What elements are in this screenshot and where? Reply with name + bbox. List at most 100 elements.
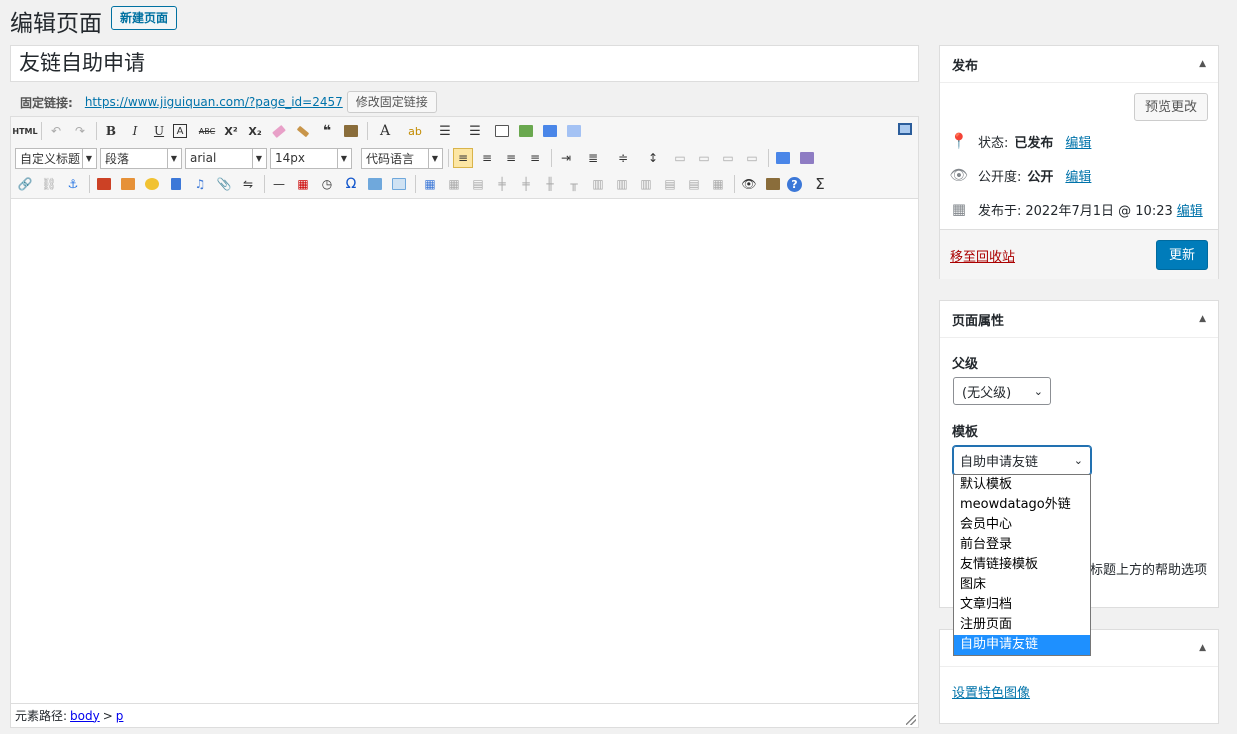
paragraph-spacing-icon[interactable]: ≑ [610,148,636,168]
row-before-icon[interactable]: ╪ [492,174,512,194]
unlink-icon[interactable]: ⛓ [39,174,59,194]
collapse-up-icon[interactable]: ▲ [1199,59,1206,69]
search-replace-icon[interactable]: 👁 [739,174,759,194]
page-attributes-header[interactable]: 页面属性 ▲ [940,301,1218,338]
font-color-button[interactable]: A [372,121,398,141]
collapse-up-icon[interactable]: ▲ [1199,643,1206,653]
table-props-icon[interactable]: ▦ [444,174,464,194]
attachment-icon[interactable]: 📎 [214,174,234,194]
letter-spacing-icon[interactable]: ↕ [640,148,666,168]
table-delete-icon[interactable]: ▤ [684,174,704,194]
edit-date-link[interactable]: 编辑 [1177,200,1203,219]
template-option[interactable]: 前台登录 [954,535,1090,555]
preview-changes-button[interactable]: 预览更改 [1133,93,1208,121]
text-box-button[interactable]: A [173,124,187,138]
permalink-url[interactable]: https://www.jiguiquan.com/?page_id=2457 [85,95,343,109]
time-icon[interactable]: ◷ [317,174,337,194]
format-select[interactable]: 自定义标题 ▼ [15,147,97,169]
align-left-icon[interactable]: ≡ [453,148,473,168]
ordered-list-icon[interactable]: ☰ [432,121,458,141]
underline-button[interactable]: U [149,121,169,141]
layout-icon[interactable]: ▭ [694,148,714,168]
table-misc-icon[interactable]: ▦ [708,174,728,194]
paste-icon[interactable] [341,121,361,141]
template-option[interactable]: 文章归档 [954,595,1090,615]
edit-permalink-button[interactable]: 修改固定链接 [346,91,437,113]
resize-handle[interactable] [906,715,916,725]
path-p-link[interactable]: p [116,709,124,723]
code-language-select[interactable]: 代码语言 ▼ [361,147,443,169]
paste-word-icon[interactable] [763,174,783,194]
redo-icon[interactable]: ↷ [70,121,90,141]
layout-icon[interactable]: ▭ [742,148,762,168]
highlight-button[interactable]: ab [402,121,428,141]
align-justify-icon[interactable]: ≡ [525,148,545,168]
path-body-link[interactable]: body [70,709,100,723]
layout-icon[interactable]: ▭ [670,148,690,168]
insert-image-icon[interactable] [94,174,114,194]
template-icon[interactable] [773,148,793,168]
publish-box-header[interactable]: 发布 ▲ [940,46,1218,83]
template-option-selected[interactable]: 自助申请友链 [954,635,1090,655]
help-button[interactable]: ? [787,176,802,192]
music-icon[interactable]: ♫ [190,174,210,194]
preview-icon[interactable] [797,148,817,168]
align-center-icon[interactable]: ≡ [477,148,497,168]
anchor-icon[interactable]: ⚓ [63,174,83,194]
date-icon[interactable]: ▦ [293,174,313,194]
row-after-icon[interactable]: ╪ [516,174,536,194]
insert-widget-icon[interactable] [365,174,385,194]
set-featured-image-link[interactable]: 设置特色图像 [952,682,1030,701]
italic-button[interactable]: I [125,121,145,141]
post-title-input[interactable]: 友链自助申请 [10,45,919,82]
template-option[interactable]: 友情链接模板 [954,555,1090,575]
edit-status-link[interactable]: 编辑 [1065,132,1091,151]
editor-content-area[interactable] [11,200,918,703]
superscript-button[interactable]: X² [221,121,241,141]
link-icon[interactable]: 🔗 [15,174,35,194]
col-before-icon[interactable]: ╥ [564,174,584,194]
cell-props-icon[interactable]: ▤ [468,174,488,194]
size-select[interactable]: 14px ▼ [270,147,352,169]
image-icon[interactable] [516,121,536,141]
col-after-icon[interactable]: ▥ [588,174,608,194]
line-height-icon[interactable]: ≣ [580,148,606,168]
delete-col-icon[interactable]: ▥ [612,174,632,194]
unordered-list-icon[interactable]: ☰ [462,121,488,141]
strikethrough-button[interactable]: ABC [197,121,217,141]
picture-icon[interactable] [540,121,560,141]
page-break-icon[interactable]: ⇋ [238,174,258,194]
video-icon[interactable] [166,174,186,194]
paragraph-select[interactable]: 段落 ▼ [100,147,182,169]
eraser-icon[interactable] [269,121,289,141]
edit-visibility-link[interactable]: 编辑 [1065,166,1091,185]
amazon-icon[interactable] [492,121,512,141]
font-select[interactable]: arial ▼ [185,147,267,169]
template-select[interactable]: 自助申请友链 ⌄ [953,446,1091,475]
special-char-button[interactable]: Ω [341,174,361,194]
fullscreen-icon[interactable] [898,123,912,135]
template-option[interactable]: 会员中心 [954,515,1090,535]
template-option[interactable]: 默认模板 [954,475,1090,495]
gallery-icon[interactable] [118,174,138,194]
brush-icon[interactable] [293,121,313,141]
collapse-up-icon[interactable]: ▲ [1199,314,1206,324]
template-option[interactable]: meowdatago外链 [954,495,1090,515]
merge-cell-icon[interactable]: ▤ [660,174,680,194]
delete-row-icon[interactable]: ╫ [540,174,560,194]
horizontal-rule-icon[interactable]: — [269,174,289,194]
form-icon[interactable] [389,174,409,194]
emoticon-icon[interactable] [142,174,162,194]
template-option[interactable]: 图床 [954,575,1090,595]
move-to-trash-link[interactable]: 移至回收站 [950,246,1015,265]
template-option[interactable]: 注册页面 [954,615,1090,635]
quote-icon[interactable]: ❝ [317,121,337,141]
media-icon[interactable] [564,121,584,141]
align-right-icon[interactable]: ≡ [501,148,521,168]
split-cell-icon[interactable]: ▥ [636,174,656,194]
subscript-button[interactable]: X₂ [245,121,265,141]
sigma-button[interactable]: Σ [810,174,830,194]
undo-icon[interactable]: ↶ [46,121,66,141]
parent-select[interactable]: (无父级) ⌄ [953,377,1051,405]
layout-icon[interactable]: ▭ [718,148,738,168]
